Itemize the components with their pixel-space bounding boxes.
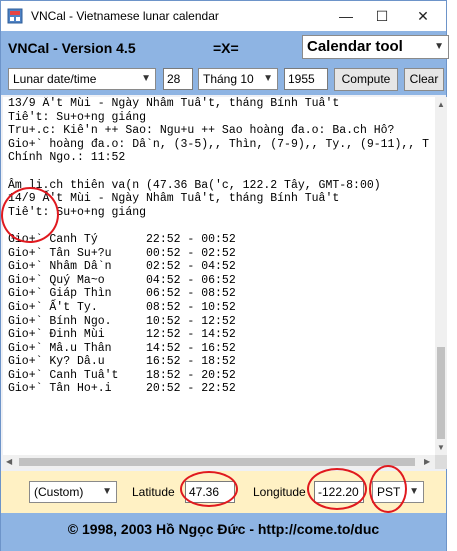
- mode-select[interactable]: Lunar date/time ▼: [8, 68, 156, 90]
- chevron-down-icon: ▼: [102, 486, 112, 497]
- day-input[interactable]: 28: [163, 68, 193, 90]
- close-button[interactable]: ✕: [406, 1, 440, 31]
- horizontal-scrollbar[interactable]: ◀ ▶: [3, 455, 435, 469]
- scroll-left-arrow-icon[interactable]: ◀: [6, 457, 12, 466]
- chevron-down-icon: ▼: [141, 73, 151, 84]
- header-banner: VNCal - Version 4.5 =X= Calendar tool ▼: [1, 31, 449, 63]
- output-line: Gio+` Nhâm Dâ`n 02:52 - 04:52: [8, 260, 236, 274]
- tool-select[interactable]: Calendar tool ▼: [302, 35, 449, 59]
- banner-symbol: =X=: [213, 40, 239, 56]
- scroll-up-arrow-icon[interactable]: ▲: [437, 100, 445, 109]
- output-text-area[interactable]: 13/9 Ấ't Mùi - Ngày Nhâm Tuâ't, tháng Bí…: [3, 97, 435, 455]
- footer: © 1998, 2003 Hồ Ngọc Đức - http://come.t…: [1, 513, 446, 551]
- timezone-select-value: PST: [377, 485, 401, 499]
- month-select-value: Tháng 10: [203, 72, 254, 86]
- scrollbar-corner: [435, 455, 447, 469]
- scroll-right-arrow-icon[interactable]: ▶: [424, 457, 430, 466]
- version-label: VNCal - Version 4.5: [8, 40, 136, 56]
- minimize-icon: —: [339, 8, 353, 24]
- chevron-down-icon: ▼: [409, 486, 419, 497]
- output-line: Tiê't: Su+o+ng giáng: [8, 205, 147, 219]
- output-line: Gio+` Giáp Thìn 06:52 - 08:52: [8, 287, 236, 301]
- timezone-select[interactable]: PST ▼: [372, 481, 424, 503]
- output-line: Gio+` Canh Tý 22:52 - 00:52: [8, 232, 236, 246]
- longitude-label: Longitude: [253, 485, 306, 499]
- copyright-text: © 1998, 2003 Hồ Ngọc Đức - http://come.t…: [67, 521, 380, 537]
- output-text: 13/9 Ấ't Mùi - Ngày Nhâm Tuâ't, tháng Bí…: [3, 97, 435, 396]
- output-line: Tru+.c: Kiê'n ++ Sao: Ngu+u ++ Sao hoàng…: [8, 124, 395, 138]
- longitude-input[interactable]: -122.20: [314, 481, 364, 503]
- maximize-icon: ☐: [375, 7, 389, 24]
- output-line: 14/9 Ấ't Mùi - Ngày Nhâm Tuâ't, tháng Bí…: [8, 192, 340, 206]
- output-line: Gio+` Mâ.u Thân 14:52 - 16:52: [8, 341, 236, 355]
- output-line: Âm li.ch thiên va(n (47.36 Ba('c, 122.2 …: [8, 178, 381, 192]
- scroll-down-arrow-icon[interactable]: ▼: [437, 443, 445, 452]
- chevron-down-icon: ▼: [434, 41, 444, 52]
- output-line: Gio+` Canh Tuâ't 18:52 - 20:52: [8, 368, 236, 382]
- horizontal-scroll-thumb[interactable]: [19, 458, 415, 466]
- output-line: Tiê't: Su+o+ng giáng: [8, 110, 147, 124]
- vncal-window: VNCal - Vietnamese lunar calendar — ☐ ✕ …: [0, 0, 449, 551]
- location-preset-select[interactable]: (Custom) ▼: [29, 481, 117, 503]
- year-input[interactable]: 1955: [284, 68, 328, 90]
- latitude-input[interactable]: 47.36: [185, 481, 235, 503]
- window-title: VNCal - Vietnamese lunar calendar: [31, 9, 219, 23]
- output-line: Gio+` Bính Ngo. 10:52 - 12:52: [8, 314, 236, 328]
- compute-button[interactable]: Compute: [334, 68, 398, 91]
- output-line: Gio+` Quý Ma~o 04:52 - 06:52: [8, 273, 236, 287]
- output-line: Gio+` Đinh Mùi 12:52 - 14:52: [8, 328, 236, 342]
- latitude-label: Latitude: [132, 485, 175, 499]
- maximize-button[interactable]: ☐: [365, 1, 399, 31]
- location-bar: (Custom) ▼ Latitude 47.36 Longitude -122…: [1, 471, 446, 513]
- month-select[interactable]: Tháng 10 ▼: [198, 68, 278, 90]
- clear-button[interactable]: Clear: [404, 68, 444, 91]
- mode-select-value: Lunar date/time: [13, 72, 97, 86]
- app-icon: [7, 8, 23, 24]
- output-line: Gio+` Ky? Dâ.u 16:52 - 18:52: [8, 355, 236, 369]
- output-line: Gio+` Tân Su+?u 00:52 - 02:52: [8, 246, 236, 260]
- output-line: Gio+` Tân Ho+.i 20:52 - 22:52: [8, 382, 236, 396]
- minimize-button[interactable]: —: [329, 1, 363, 31]
- tool-select-value: Calendar tool: [307, 38, 403, 55]
- vertical-scroll-thumb[interactable]: [437, 347, 445, 439]
- chevron-down-icon: ▼: [263, 73, 273, 84]
- output-line: Chính Ngo.: 11:52: [8, 151, 126, 165]
- title-bar: VNCal - Vietnamese lunar calendar — ☐ ✕: [1, 1, 446, 31]
- vertical-scrollbar[interactable]: ▲ ▼: [435, 97, 447, 455]
- output-line: Gio+` hoàng đa.o: Dâ`n, (3-5),, Thìn, (7…: [8, 137, 429, 151]
- output-line: 13/9 Ấ't Mùi - Ngày Nhâm Tuâ't, tháng Bí…: [8, 97, 340, 110]
- close-icon: ✕: [417, 7, 429, 24]
- output-line: Gio+` Ấ't Ty. 08:52 - 10:52: [8, 300, 236, 314]
- input-toolbar: Lunar date/time ▼ 28 Tháng 10 ▼ 1955 Com…: [1, 63, 446, 95]
- location-preset-value: (Custom): [34, 485, 84, 499]
